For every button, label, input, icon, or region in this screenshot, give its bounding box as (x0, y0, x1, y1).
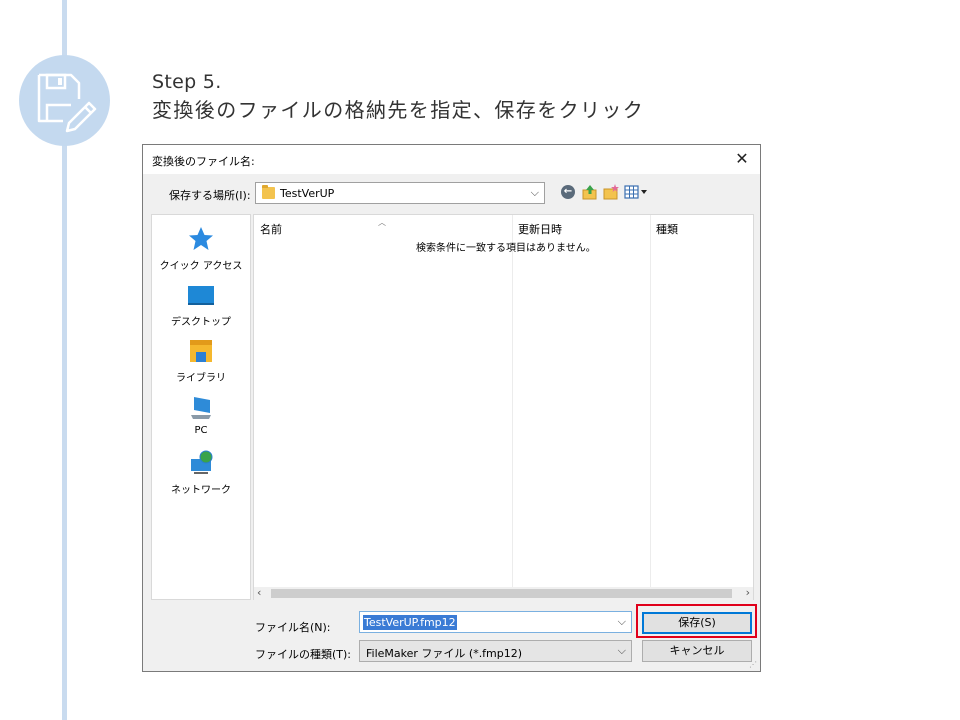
column-header-modified[interactable]: 更新日時 (518, 221, 562, 237)
chevron-down-icon: ⌵ (530, 186, 539, 199)
back-arrow-icon: ← (561, 185, 575, 199)
filetype-dropdown[interactable]: FileMaker ファイル (*.fmp12) ⌵ (359, 640, 632, 662)
pc-icon (185, 393, 217, 421)
scroll-right-icon[interactable]: › (746, 586, 750, 599)
column-divider (512, 215, 513, 587)
chevron-down-icon[interactable]: ⌵ (618, 615, 626, 629)
column-header-type[interactable]: 種類 (656, 221, 678, 237)
back-button[interactable]: ← (559, 183, 577, 201)
filename-input[interactable]: TestVerUP.fmp12 ⌵ (359, 611, 632, 633)
file-list[interactable]: ︿ 名前 更新日時 種類 検索条件に一致する項目はありません。 ‹ › (253, 214, 754, 600)
view-grid-icon (624, 185, 647, 199)
close-icon[interactable]: ✕ (732, 149, 752, 169)
filename-label: ファイル名(N): (255, 621, 331, 634)
empty-list-message: 検索条件に一致する項目はありません。 (416, 243, 596, 254)
sidebar-item-label: クイック アクセス (159, 261, 243, 272)
dialog-title: 変換後のファイル名: (152, 155, 255, 168)
new-folder-button[interactable] (602, 183, 620, 201)
folder-icon (262, 185, 275, 199)
sidebar-item-label: デスクトップ (171, 317, 231, 328)
save-location-dropdown[interactable]: TestVerUP ⌵ (255, 182, 545, 204)
new-folder-icon (603, 184, 619, 200)
sidebar-item-label: ネットワーク (171, 485, 231, 496)
filetype-label: ファイルの種類(T): (255, 648, 352, 661)
sidebar-item-desktop[interactable]: デスクトップ (152, 281, 250, 328)
sidebar-item-label: ライブラリ (176, 373, 226, 384)
step-title: Step 5. (152, 71, 222, 93)
sidebar-item-library[interactable]: ライブラリ (152, 337, 250, 384)
sort-ascending-icon: ︿ (378, 218, 386, 227)
dialog-body: 保存する場所(I): TestVerUP ⌵ ← クイック アクセス デスクトッ… (143, 174, 760, 671)
horizontal-scrollbar[interactable]: ‹ › (254, 586, 753, 600)
save-button[interactable]: 保存(S) (642, 612, 752, 634)
save-file-dialog: 変換後のファイル名: ✕ 保存する場所(I): TestVerUP ⌵ ← クイ… (142, 144, 761, 672)
step-description: 変換後のファイルの格納先を指定、保存をクリック (152, 98, 645, 122)
sidebar-item-quick-access[interactable]: クイック アクセス (152, 225, 250, 272)
star-icon (185, 225, 217, 253)
view-menu-button[interactable] (623, 183, 651, 201)
library-folder-icon (185, 337, 217, 365)
desktop-icon (185, 281, 217, 309)
sidebar-item-pc[interactable]: PC (152, 393, 250, 436)
dialog-titlebar: 変換後のファイル名: ✕ (143, 145, 760, 174)
filetype-value: FileMaker ファイル (*.fmp12) (366, 647, 523, 660)
network-icon (185, 449, 217, 477)
cancel-button[interactable]: キャンセル (642, 640, 752, 662)
places-sidebar: クイック アクセス デスクトップ ライブラリ PC ネットワーク (151, 214, 251, 600)
scrollbar-thumb[interactable] (271, 589, 732, 598)
sidebar-item-label: PC (194, 425, 208, 436)
up-folder-icon (582, 185, 597, 200)
save-location-value: TestVerUP (280, 187, 335, 200)
step-icon-badge (19, 55, 110, 146)
sidebar-item-network[interactable]: ネットワーク (152, 449, 250, 496)
up-folder-button[interactable] (581, 183, 599, 201)
column-divider (650, 215, 651, 587)
scroll-left-icon[interactable]: ‹ (257, 586, 261, 599)
filename-value[interactable]: TestVerUP.fmp12 (363, 615, 457, 630)
column-header-name[interactable]: 名前 (260, 221, 282, 237)
chevron-down-icon: ⌵ (617, 644, 626, 657)
save-edit-icon (37, 73, 97, 133)
save-location-label: 保存する場所(I): (169, 189, 251, 202)
resize-grip-icon[interactable]: ⋰ (749, 660, 757, 669)
